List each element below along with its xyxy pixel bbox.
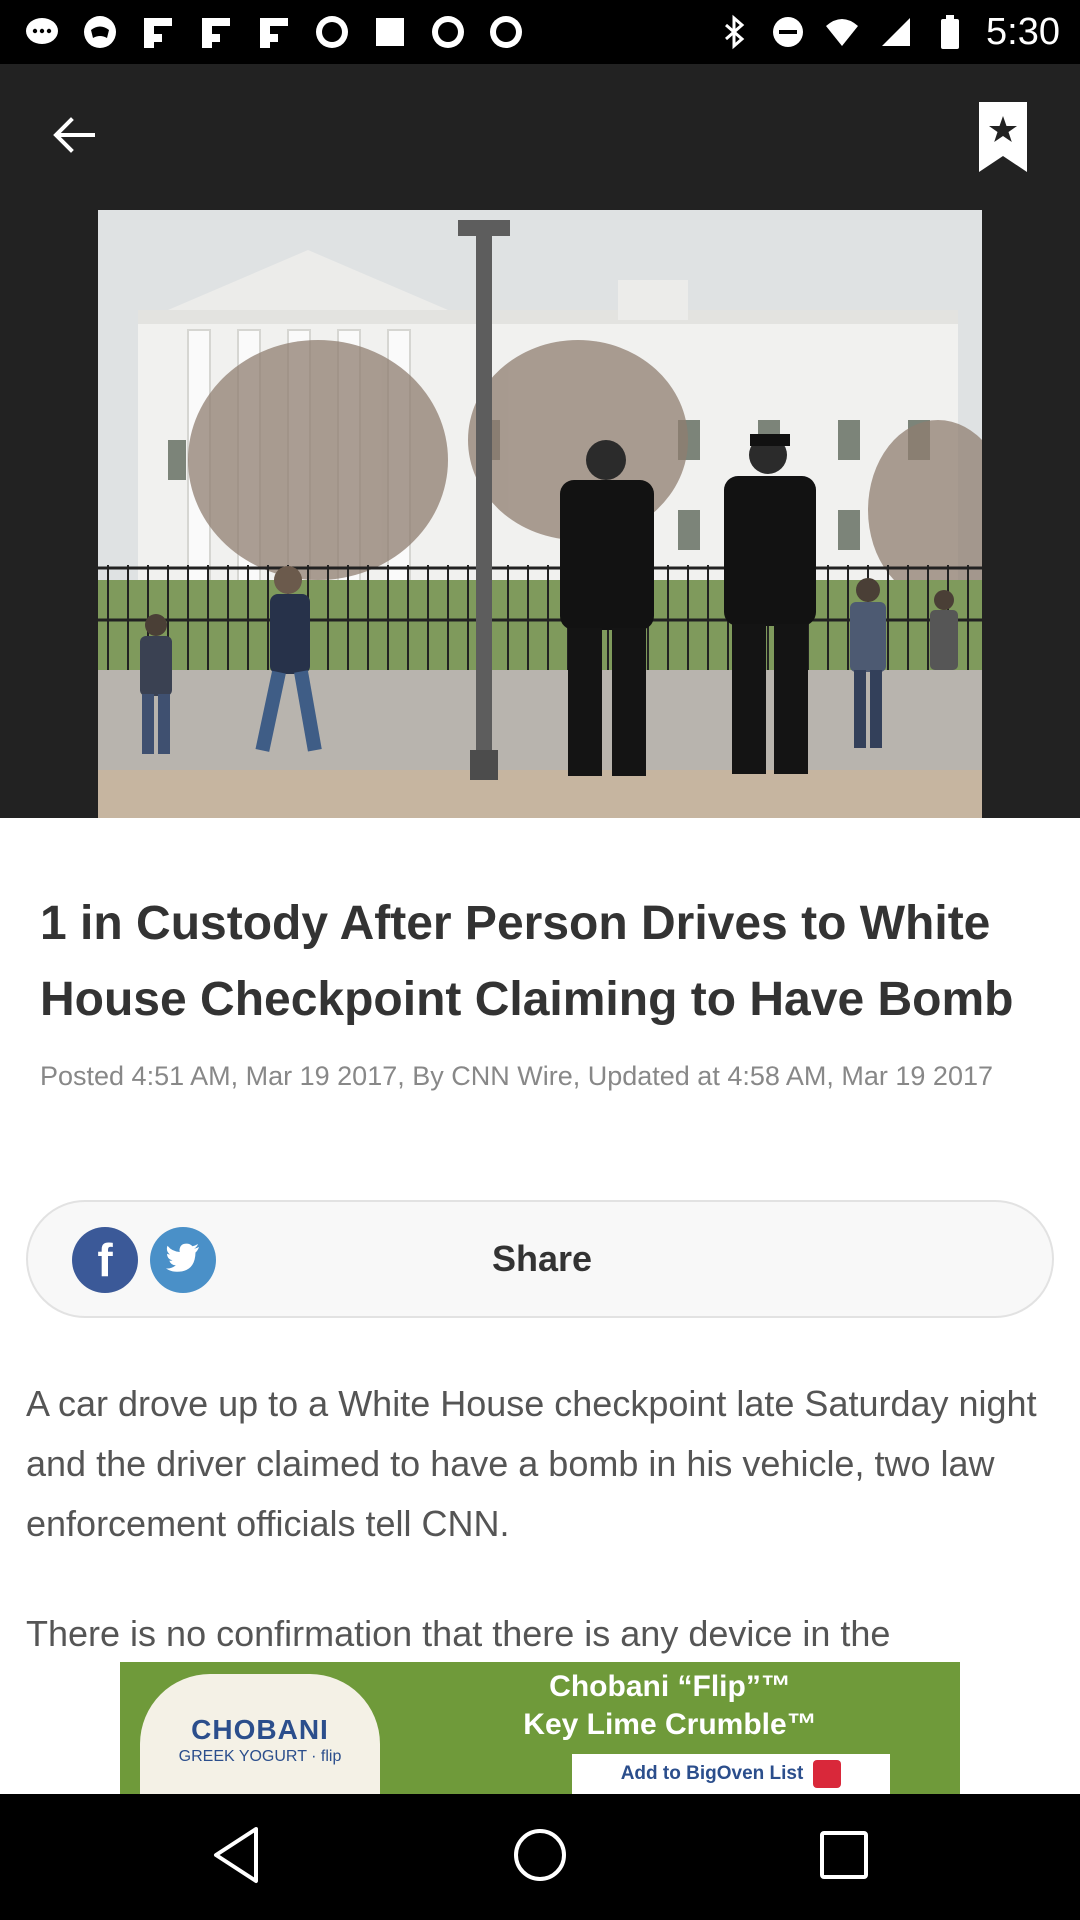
clock: 5:30 bbox=[986, 10, 1060, 53]
ad-banner[interactable]: CHOBANI GREEK YOGURT · flip Chobani “Fli… bbox=[120, 1662, 960, 1794]
twitter-icon bbox=[166, 1243, 200, 1278]
facebook-share-button[interactable]: f bbox=[72, 1227, 138, 1293]
flipboard-icon bbox=[256, 14, 292, 50]
abc13-icon bbox=[488, 14, 524, 50]
messages-icon bbox=[24, 14, 60, 50]
abc13-icon bbox=[430, 14, 466, 50]
article-content: 1 in Custody After Person Drives to Whit… bbox=[0, 818, 1080, 1794]
ad-cta-button[interactable]: Add to BigOven List bbox=[572, 1754, 890, 1794]
article-meta: Posted 4:51 AM, Mar 19 2017, By CNN Wire… bbox=[40, 1061, 993, 1091]
ad-brand-sub: GREEK YOGURT · flip bbox=[178, 1748, 342, 1765]
bookmark-star-icon bbox=[975, 102, 1031, 178]
square-icon bbox=[372, 14, 408, 50]
article-photo bbox=[98, 210, 982, 818]
status-bar: 5:30 bbox=[0, 0, 1080, 64]
article-paragraph: There is no confirmation that there is a… bbox=[26, 1613, 891, 1654]
nav-home-button[interactable] bbox=[500, 1817, 580, 1897]
ad-brand: CHOBANI bbox=[191, 1714, 329, 1745]
nav-back-button[interactable] bbox=[196, 1817, 276, 1897]
battery-icon bbox=[932, 14, 968, 50]
article-paragraph: A car drove up to a White House checkpoi… bbox=[26, 1383, 1037, 1544]
navigation-bar bbox=[0, 1794, 1080, 1920]
article-body: A car drove up to a White House checkpoi… bbox=[26, 1374, 1056, 1664]
square-recents-icon bbox=[818, 1829, 870, 1886]
twitter-share-button[interactable] bbox=[150, 1227, 216, 1293]
do-not-disturb-icon bbox=[770, 14, 806, 50]
flipboard-icon bbox=[140, 14, 176, 50]
flipboard-icon bbox=[198, 14, 234, 50]
circle-home-icon bbox=[512, 1827, 568, 1888]
abc13-icon bbox=[314, 14, 350, 50]
article-hero bbox=[0, 64, 1080, 818]
wifi-icon bbox=[824, 14, 860, 50]
system-icons: 5:30 bbox=[716, 10, 1060, 54]
back-button[interactable] bbox=[40, 104, 106, 170]
nav-recents-button[interactable] bbox=[804, 1817, 884, 1897]
notification-icons bbox=[24, 10, 524, 54]
bigoven-icon bbox=[813, 1760, 842, 1788]
bookmark-button[interactable] bbox=[975, 100, 1031, 174]
facebook-icon: f bbox=[97, 1234, 113, 1286]
arrow-left-icon bbox=[48, 110, 98, 165]
triangle-back-icon bbox=[208, 1825, 264, 1890]
ad-subheadline: Key Lime Crumble™ bbox=[523, 1708, 817, 1741]
cellular-signal-icon bbox=[878, 14, 914, 50]
ad-headline: Chobani “Flip”™ bbox=[549, 1670, 791, 1703]
share-bar[interactable]: Share f bbox=[26, 1200, 1054, 1318]
article-headline: 1 in Custody After Person Drives to Whit… bbox=[40, 897, 1014, 1026]
bluetooth-icon bbox=[716, 14, 752, 50]
ad-product-image: CHOBANI GREEK YOGURT · flip bbox=[140, 1674, 380, 1794]
ad-cta-label: Add to BigOven List bbox=[620, 1763, 804, 1784]
game-controller-icon bbox=[82, 14, 118, 50]
